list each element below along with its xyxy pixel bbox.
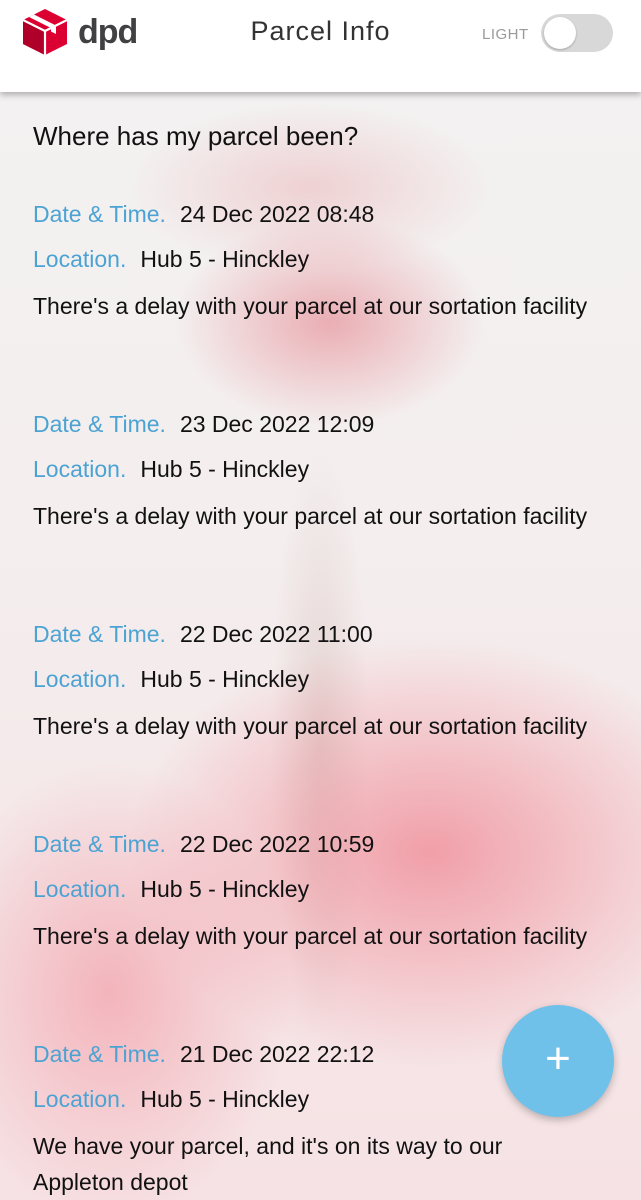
theme-label: LIGHT	[482, 26, 529, 43]
location-value: Hub 5 - Hinckley	[140, 246, 310, 272]
event-description: There's a delay with your parcel at our …	[33, 293, 588, 319]
tracking-event: Date & Time. 23 Dec 2022 12:09 Location. H…	[33, 408, 593, 618]
event-description: There's a delay with your parcel at our …	[33, 713, 588, 739]
plus-icon: +	[545, 1034, 571, 1083]
location-value: Hub 5 - Hinckley	[140, 456, 310, 482]
datetime-label: Date & Time.	[33, 201, 166, 227]
datetime-value: 22 Dec 2022 11:00	[179, 621, 373, 647]
datetime-value: 23 Dec 2022 12:09	[179, 411, 375, 437]
tracking-event: Date & Time. 24 Dec 2022 08:48 Location. H…	[33, 198, 593, 408]
datetime-label: Date & Time.	[33, 1041, 166, 1067]
datetime-label: Date & Time.	[33, 411, 166, 437]
location-label: Location.	[33, 456, 127, 482]
theme-toggle[interactable]	[541, 14, 613, 52]
location-value: Hub 5 - Hinckley	[140, 1086, 310, 1112]
toggle-knob[interactable]	[544, 17, 576, 49]
datetime-value: 24 Dec 2022 08:48	[179, 201, 375, 227]
location-label: Location.	[33, 246, 127, 272]
event-description: There's a delay with your parcel at our …	[33, 503, 588, 529]
tracking-event: Date & Time. 22 Dec 2022 11:00 Location. H…	[33, 618, 593, 828]
location-label: Location.	[33, 876, 127, 902]
datetime-label: Date & Time.	[33, 621, 166, 647]
event-description: There's a delay with your parcel at our …	[33, 923, 588, 949]
datetime-value: 21 Dec 2022 22:12	[179, 1041, 375, 1067]
location-value: Hub 5 - Hinckley	[140, 876, 310, 902]
datetime-label: Date & Time.	[33, 831, 166, 857]
location-label: Location.	[33, 1086, 127, 1112]
location-value: Hub 5 - Hinckley	[140, 666, 310, 692]
app-header: dpd Parcel Info LIGHT	[0, 0, 641, 92]
location-label: Location.	[33, 666, 127, 692]
event-description: We have your parcel, and it's on its way…	[33, 1133, 503, 1195]
tracking-event: Date & Time. 22 Dec 2022 10:59 Location. H…	[33, 828, 593, 1038]
add-button[interactable]: +	[502, 1005, 614, 1117]
section-heading: Where has my parcel been?	[33, 121, 359, 151]
datetime-value: 22 Dec 2022 10:59	[179, 831, 375, 857]
parcel-info-screen: dpd Parcel Info LIGHT Where has my parce…	[0, 0, 641, 1200]
